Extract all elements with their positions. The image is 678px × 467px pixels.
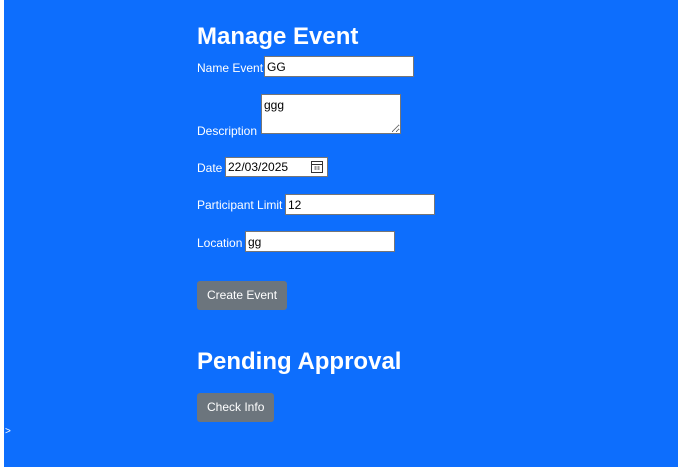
date-value: 22/03/2025 <box>228 160 289 174</box>
description-row: Description <box>197 124 257 138</box>
participant-limit-input[interactable] <box>285 194 435 215</box>
calendar-icon[interactable] <box>311 161 323 173</box>
page-background: Manage Event Name Event Description ggg … <box>4 0 678 467</box>
check-info-button[interactable]: Check Info <box>197 393 275 422</box>
date-row: Date <box>197 161 222 175</box>
pending-approval-title: Pending Approval <box>197 348 402 375</box>
description-label: Description <box>197 124 258 138</box>
name-event-label: Name Event <box>197 61 264 75</box>
manage-event-title: Manage Event <box>197 23 359 50</box>
name-event-row: Name Event <box>197 61 263 75</box>
description-textarea[interactable]: ggg <box>261 94 401 134</box>
location-row: Location <box>197 236 242 250</box>
create-event-button[interactable]: Create Event <box>197 281 288 310</box>
location-input[interactable] <box>245 231 395 252</box>
caret-marker: > <box>5 426 11 437</box>
participant-limit-label: Participant Limit <box>197 198 283 212</box>
participant-limit-row: Participant Limit <box>197 198 282 212</box>
date-label: Date <box>197 161 223 175</box>
name-event-input[interactable] <box>264 56 414 77</box>
date-input[interactable]: 22/03/2025 <box>225 157 328 177</box>
location-label: Location <box>197 236 243 250</box>
